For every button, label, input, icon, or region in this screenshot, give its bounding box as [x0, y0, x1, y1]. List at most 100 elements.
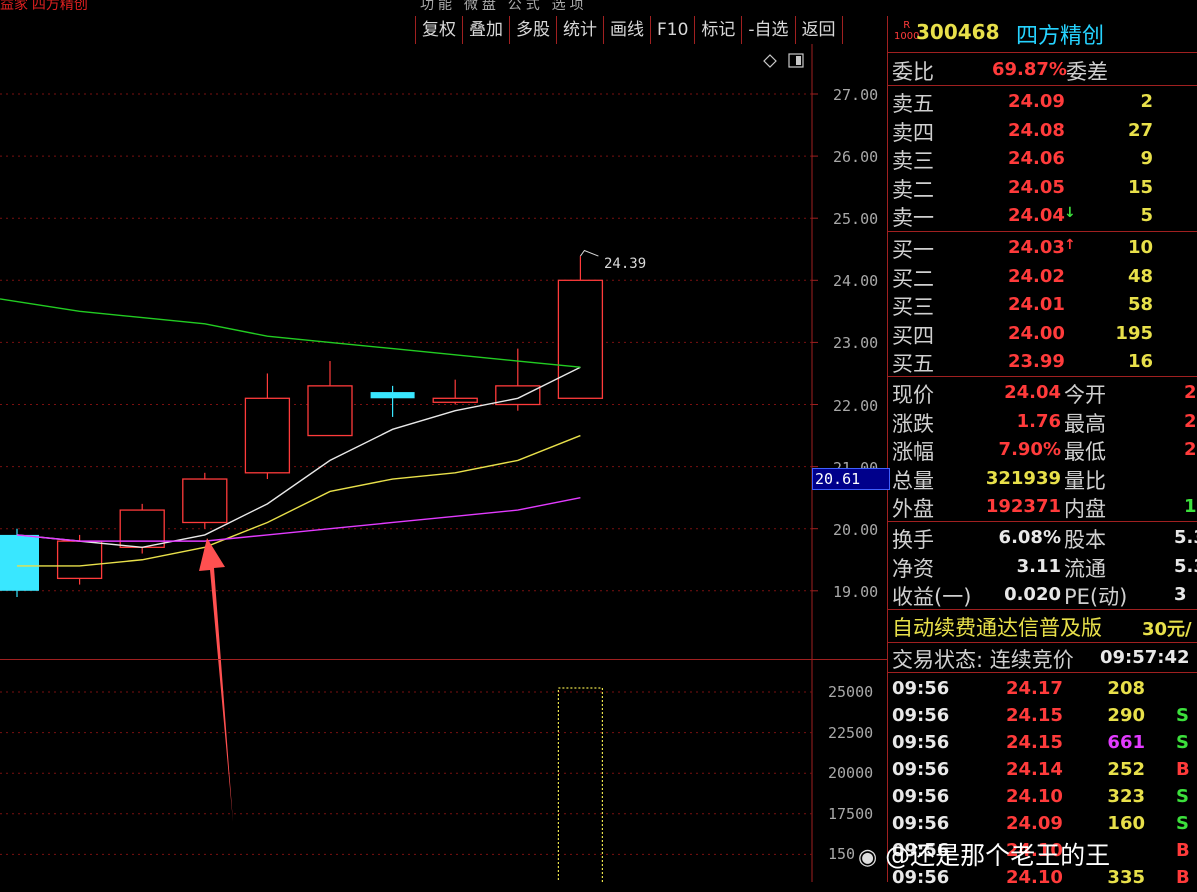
- price-tick-label: 22.00: [833, 396, 879, 415]
- stat-label: 外盘: [892, 497, 934, 522]
- ad-price: 30元/: [1142, 619, 1192, 640]
- stat-label: 最低: [1064, 440, 1106, 465]
- stock-name[interactable]: 四方精创: [1016, 18, 1104, 50]
- bid-level-row[interactable]: 买二 24.02 48: [888, 263, 1197, 291]
- tick-row[interactable]: 09:56 24.09 160 S: [888, 810, 1197, 838]
- tick-volume: 208: [1107, 678, 1145, 699]
- stat-value: 7.90%: [998, 439, 1061, 461]
- stat-value: 3: [1174, 584, 1187, 606]
- candle: [432, 379, 478, 405]
- window-icon[interactable]: [788, 53, 804, 68]
- stat-label: 收益(一): [892, 585, 972, 610]
- down-arrow-icon: ↓: [1064, 205, 1076, 222]
- stat-value: 129: [1184, 496, 1197, 518]
- level-price: 24.04: [1008, 205, 1065, 227]
- volume-divider: [0, 659, 887, 660]
- tick-row[interactable]: 09:56 24.15 661 S: [888, 729, 1197, 757]
- tick-time: 09:56: [892, 786, 950, 807]
- up-arrow-icon: ↑: [1064, 237, 1076, 253]
- status-label: 交易状态: 连续竞价: [892, 648, 1074, 672]
- level-price: 24.05: [1008, 176, 1065, 198]
- level-label: 买四: [892, 323, 934, 348]
- tick-price: 24.10: [1006, 786, 1063, 807]
- chart-marks: [0, 249, 604, 882]
- level-label: 卖五: [892, 92, 934, 116]
- ask-level-row[interactable]: 卖五 24.09 2: [888, 88, 1197, 116]
- level-label: 卖一: [892, 206, 934, 231]
- tick-time: 09:56: [892, 759, 950, 780]
- volume-tick-label: 22500: [828, 723, 874, 742]
- level-label: 卖二: [892, 177, 934, 202]
- ask-level-row[interactable]: 卖一 24.04 ↓ 5: [888, 202, 1197, 230]
- tick-side: S: [1176, 732, 1189, 753]
- kline-chart[interactable]: [0, 0, 887, 882]
- ad-text: 自动续费通达信普及版: [892, 616, 1102, 640]
- tick-side: B: [1176, 867, 1190, 888]
- stat-label: 换手: [892, 528, 934, 552]
- annotation-arrow-icon: [199, 538, 233, 822]
- level-price: 23.99: [1008, 351, 1065, 373]
- tick-row[interactable]: 09:56 24.10 323 S: [888, 783, 1197, 811]
- quote-stat-row[interactable]: 涨跌 1.76 最高 2: [888, 408, 1197, 436]
- candle: [307, 361, 353, 437]
- stat-label: 股本: [1064, 528, 1106, 552]
- stat-label: 涨幅: [892, 440, 934, 465]
- level-volume: 9: [1140, 148, 1153, 170]
- volume-tick-label: 20000: [828, 764, 874, 783]
- quote-stat-row[interactable]: 现价 24.04 今开 2: [888, 379, 1197, 407]
- bid-level-row[interactable]: 买四 24.00 195: [888, 320, 1197, 348]
- level-volume: 15: [1127, 176, 1153, 198]
- level-volume: 195: [1115, 322, 1153, 344]
- tick-time: 09:56: [892, 705, 950, 726]
- tick-volume: 335: [1107, 867, 1145, 888]
- diamond-icon[interactable]: [763, 54, 777, 68]
- tick-volume: 252: [1107, 759, 1145, 780]
- price-tick-label: 24.00: [833, 272, 879, 291]
- bid-level-row[interactable]: 买三 24.01 58: [888, 291, 1197, 319]
- volume-bar: [557, 687, 604, 882]
- tick-row[interactable]: 09:56 24.15 290 S: [888, 702, 1197, 730]
- tick-row[interactable]: 09:56 24.14 252 B: [888, 756, 1197, 784]
- price-tick-label: 23.00: [833, 334, 879, 353]
- level-price: 24.02: [1008, 265, 1065, 287]
- tick-row[interactable]: 09:56 24.17 208: [888, 675, 1197, 703]
- stat-value: 24.04: [1004, 382, 1061, 403]
- watermark: ◉ @还是那个老王的王: [858, 841, 1111, 870]
- quote-stat-row[interactable]: 总量 321939 量比: [888, 465, 1197, 493]
- fundamental-row[interactable]: 收益(一) 0.020 PE(动) 3: [888, 581, 1197, 609]
- candle: [370, 385, 415, 417]
- tick-volume: 160: [1107, 813, 1145, 834]
- price-tick-label: 26.00: [833, 148, 879, 167]
- stat-value: 192371: [985, 496, 1061, 518]
- ask-level-row[interactable]: 卖四 24.08 27: [888, 117, 1197, 145]
- level-label: 买二: [892, 266, 934, 291]
- stat-label: 涨跌: [892, 411, 934, 436]
- price-tick-label: 20.00: [833, 520, 879, 539]
- level-price: 24.06: [1008, 148, 1065, 170]
- level-volume: 27: [1127, 119, 1153, 141]
- fundamental-row[interactable]: 净资 3.11流通 5.3: [888, 553, 1197, 581]
- ask-level-row[interactable]: 卖三 24.06 9: [888, 145, 1197, 173]
- candle: [0, 528, 39, 598]
- quote-stat-row[interactable]: 外盘 192371内盘 129: [888, 493, 1197, 521]
- level-label: 买三: [892, 295, 934, 320]
- stat-value: 0.020: [1004, 584, 1061, 606]
- ad-banner[interactable]: 自动续费通达信普及版 30元/: [888, 612, 1197, 640]
- bid-level-row[interactable]: 买一 24.03 ↑ 10: [888, 234, 1197, 262]
- price-tick-label: 19.00: [833, 582, 879, 601]
- tick-side: B: [1176, 759, 1190, 780]
- bid-level-row[interactable]: 买五 23.99 16: [888, 348, 1197, 376]
- fundamental-row[interactable]: 换手 6.08%股本 5.3: [888, 524, 1197, 552]
- quote-stat-row[interactable]: 涨幅 7.90% 最低 2: [888, 436, 1197, 464]
- tick-volume: 323: [1107, 786, 1145, 807]
- tick-volume: 290: [1107, 705, 1145, 726]
- stock-code: 300468: [916, 20, 1000, 44]
- level-volume: 58: [1127, 294, 1153, 316]
- weibi-row: 委比 69.87% 委差: [892, 59, 1108, 84]
- stat-label: 量比: [1064, 468, 1106, 493]
- volume-tick-label: 150: [828, 845, 856, 864]
- ask-level-row[interactable]: 卖二 24.05 15: [888, 174, 1197, 202]
- tick-side: B: [1176, 840, 1190, 861]
- stat-value: 3.11: [1016, 555, 1061, 577]
- trade-status-row[interactable]: 交易状态: 连续竞价 09:57:42: [888, 644, 1197, 672]
